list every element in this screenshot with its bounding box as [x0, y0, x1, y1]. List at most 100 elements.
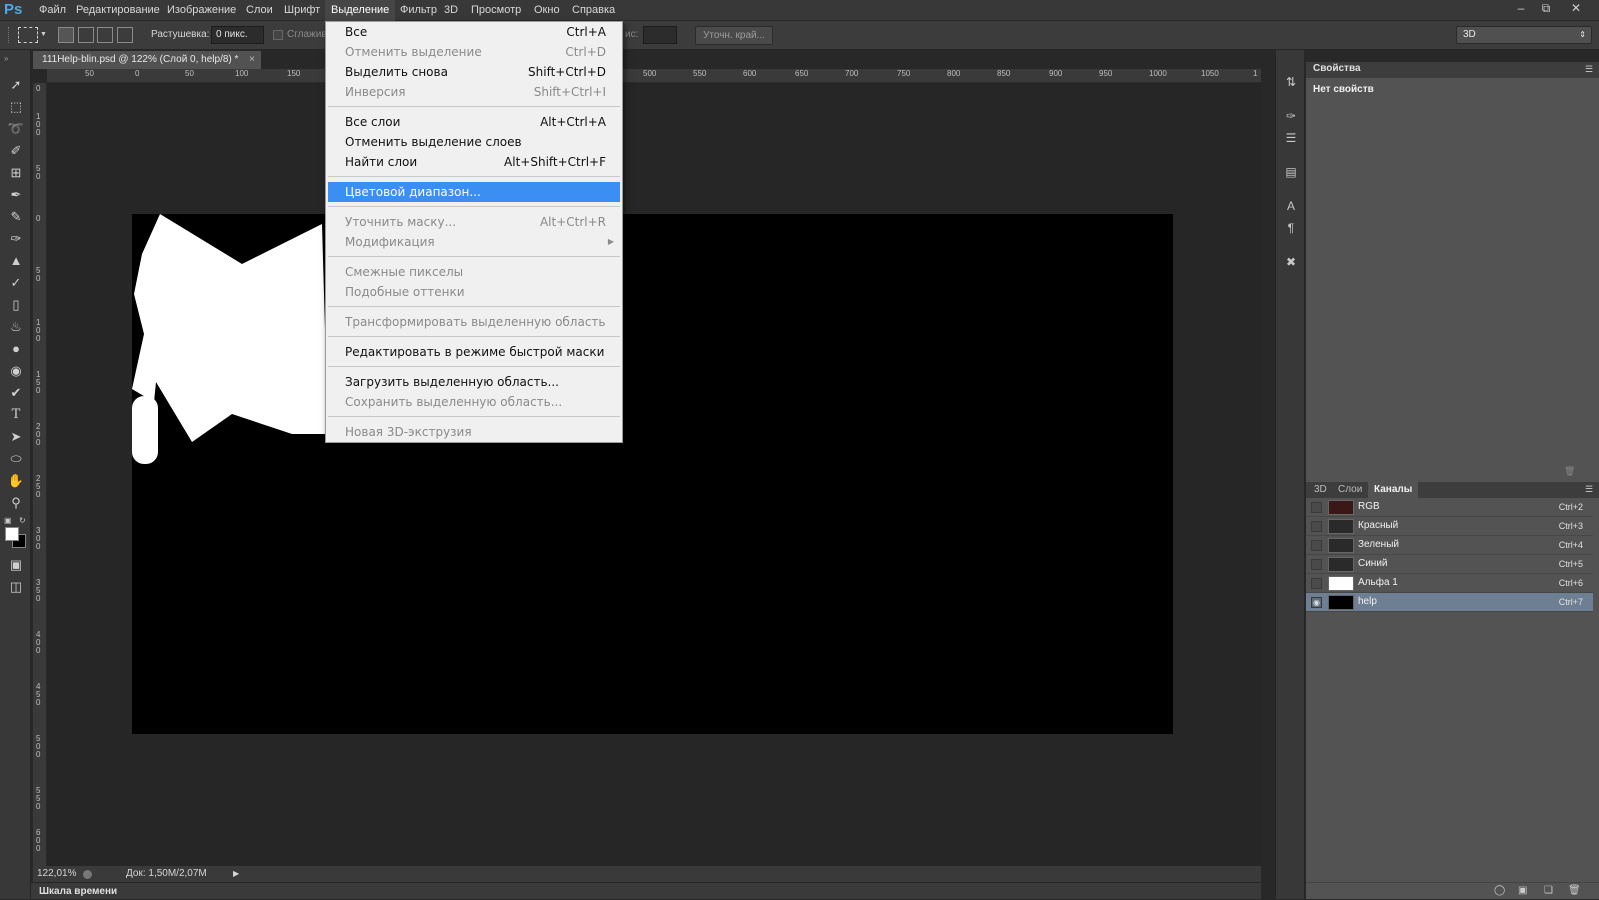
tab-channels[interactable]: Каналы — [1368, 482, 1419, 498]
menu-item-grow[interactable]: Смежные пикселы — [328, 262, 620, 282]
document-canvas[interactable] — [132, 214, 1173, 734]
menu-image[interactable]: Изображение — [161, 0, 242, 21]
menu-item-quick-mask[interactable]: Редактировать в режиме быстрой маски — [328, 342, 620, 362]
channel-row-red[interactable]: Красный Ctrl+3 — [1306, 517, 1593, 536]
zoom-level[interactable]: 122,01% — [37, 866, 76, 882]
ellipse-tool-icon[interactable]: ⬭ — [6, 450, 26, 468]
menu-item-all-layers[interactable]: Все слои Alt+Ctrl+A — [328, 112, 620, 132]
menu-view[interactable]: Просмотр — [465, 0, 527, 21]
restore-icon[interactable]: ⧉ — [1535, 1, 1557, 17]
type-tool-icon[interactable]: T — [6, 406, 26, 424]
menu-item-3d-extrusion[interactable]: Новая 3D-экструзия — [328, 422, 620, 442]
menu-item-transform-selection[interactable]: Трансформировать выделенную область — [328, 312, 620, 332]
menu-3d[interactable]: 3D — [438, 0, 464, 21]
chevron-down-icon[interactable]: ▼ — [40, 31, 47, 38]
trash-icon[interactable]: 🗑 — [1564, 466, 1575, 477]
properties-tab[interactable]: Свойства — [1313, 63, 1361, 74]
path-select-tool-icon[interactable]: ➤ — [6, 428, 26, 446]
status-icon[interactable] — [83, 870, 92, 879]
eraser-tool-icon[interactable]: ▯ — [6, 296, 26, 314]
dodge-tool-icon[interactable]: ◉ — [6, 362, 26, 380]
document-tab[interactable]: 111Help-blin.psd @ 122% (Слой 0, help/8)… — [33, 51, 261, 69]
visibility-toggle[interactable] — [1311, 521, 1322, 532]
channel-row-alpha[interactable]: Альфа 1 Ctrl+6 — [1306, 574, 1593, 593]
new-selection-icon[interactable] — [58, 27, 74, 43]
menu-filter[interactable]: Фильтр — [394, 0, 443, 21]
clone-stamp-tool-icon[interactable]: ▲ — [6, 252, 26, 270]
save-selection-icon[interactable]: ▣ — [1518, 885, 1527, 896]
menu-help[interactable]: Справка — [566, 0, 621, 21]
delete-channel-icon[interactable]: 🗑 — [1568, 885, 1581, 896]
menu-window[interactable]: Окно — [528, 0, 566, 21]
blur-tool-icon[interactable]: ● — [6, 340, 26, 358]
history-brush-tool-icon[interactable]: ✓ — [6, 274, 26, 292]
screen-mode-icon[interactable]: ◫ — [6, 578, 26, 596]
tool-presets-icon[interactable]: ✖ — [1283, 254, 1299, 270]
channels-menu-icon[interactable]: ☰ — [1585, 484, 1593, 495]
visibility-toggle[interactable] — [1311, 540, 1322, 551]
zoom-tool-icon[interactable]: ⚲ — [6, 494, 26, 512]
tab-3d[interactable]: 3D — [1308, 482, 1333, 498]
load-selection-icon[interactable]: ◯ — [1494, 885, 1505, 896]
menu-file[interactable]: Файл — [33, 0, 72, 21]
hand-tool-icon[interactable]: ✋ — [6, 472, 26, 490]
channel-row-blue[interactable]: Синий Ctrl+5 — [1306, 555, 1593, 574]
lasso-tool-icon[interactable]: ➰ — [6, 120, 26, 138]
swap-colors-icon[interactable]: ↻ — [19, 516, 26, 525]
intersect-selection-icon[interactable] — [117, 27, 133, 43]
visibility-toggle[interactable] — [1311, 559, 1322, 570]
menu-item-similar[interactable]: Подобные оттенки — [328, 282, 620, 302]
channel-row-help[interactable]: ◉ help Ctrl+7 — [1306, 593, 1593, 612]
collapse-icon[interactable]: » — [4, 54, 8, 63]
brush-tool-icon[interactable]: ✑ — [6, 230, 26, 248]
paragraph-panel-icon[interactable]: ¶ — [1283, 220, 1299, 236]
minimize-icon[interactable]: – — [1510, 1, 1532, 17]
close-tab-icon[interactable]: × — [249, 51, 255, 69]
foreground-color-swatch[interactable] — [5, 527, 19, 541]
tab-layers[interactable]: Слои — [1332, 482, 1368, 498]
paint-bucket-tool-icon[interactable]: ♨ — [6, 318, 26, 336]
workspace-select[interactable]: 3D ⇕ — [1456, 26, 1592, 44]
menu-item-all[interactable]: Все Ctrl+A — [328, 22, 620, 42]
eyedropper-tool-icon[interactable]: ✒ — [6, 186, 26, 204]
healing-brush-tool-icon[interactable]: ✎ — [6, 208, 26, 226]
eye-icon[interactable]: ◉ — [1311, 597, 1322, 608]
history-panel-icon[interactable]: ⇅ — [1283, 74, 1299, 90]
menu-item-modify[interactable]: Модификация ▶ — [328, 232, 620, 252]
channel-row-green[interactable]: Зеленый Ctrl+4 — [1306, 536, 1593, 555]
character-panel-icon[interactable]: A — [1283, 198, 1299, 214]
crop-tool-icon[interactable]: ⊞ — [6, 164, 26, 182]
menu-type[interactable]: Шрифт — [278, 0, 326, 21]
menu-item-find-layers[interactable]: Найти слои Alt+Shift+Ctrl+F — [328, 152, 620, 172]
menu-item-color-range[interactable]: Цветовой диапазон... — [328, 182, 620, 202]
layer-comps-icon[interactable]: ▤ — [1283, 164, 1299, 180]
panel-menu-icon[interactable]: ☰ — [1585, 64, 1593, 75]
menu-item-load-selection[interactable]: Загрузить выделенную область... — [328, 372, 620, 392]
feather-input[interactable]: 0 пикс. — [211, 26, 264, 44]
channel-row-rgb[interactable]: RGB Ctrl+2 — [1306, 498, 1593, 517]
add-selection-icon[interactable] — [78, 27, 94, 43]
timeline-bar[interactable]: Шкала времени — [31, 882, 1261, 899]
marquee-tool-icon[interactable]: ⬚ — [6, 98, 26, 116]
default-colors-icon[interactable]: ▣ — [4, 516, 12, 525]
menu-edit[interactable]: Редактирование — [70, 0, 166, 21]
close-icon[interactable]: ✕ — [1565, 1, 1587, 17]
antialias-checkbox[interactable] — [273, 30, 283, 40]
refine-edge-button[interactable]: Уточн. край... — [695, 26, 773, 45]
status-arrow-icon[interactable]: ▶ — [233, 866, 239, 882]
new-channel-icon[interactable]: ❏ — [1544, 885, 1553, 896]
menu-layers[interactable]: Слои — [240, 0, 279, 21]
menu-select[interactable]: Выделение — [325, 0, 396, 21]
height-input[interactable] — [643, 26, 677, 44]
subtract-selection-icon[interactable] — [97, 27, 113, 43]
brush-panel-icon[interactable]: ✑ — [1283, 108, 1299, 124]
menu-item-deselect-layers[interactable]: Отменить выделение слоев — [328, 132, 620, 152]
visibility-toggle[interactable] — [1311, 502, 1322, 513]
menu-item-refine-mask[interactable]: Уточнить маску... Alt+Ctrl+R — [328, 212, 620, 232]
adjustments-panel-icon[interactable]: ☰ — [1283, 130, 1299, 146]
visibility-toggle[interactable] — [1311, 578, 1322, 589]
pen-tool-icon[interactable]: ✔ — [6, 384, 26, 402]
move-tool-icon[interactable]: ➚ — [6, 76, 26, 94]
menu-item-save-selection[interactable]: Сохранить выделенную область... — [328, 392, 620, 412]
marquee-tool-icon[interactable] — [18, 27, 38, 43]
